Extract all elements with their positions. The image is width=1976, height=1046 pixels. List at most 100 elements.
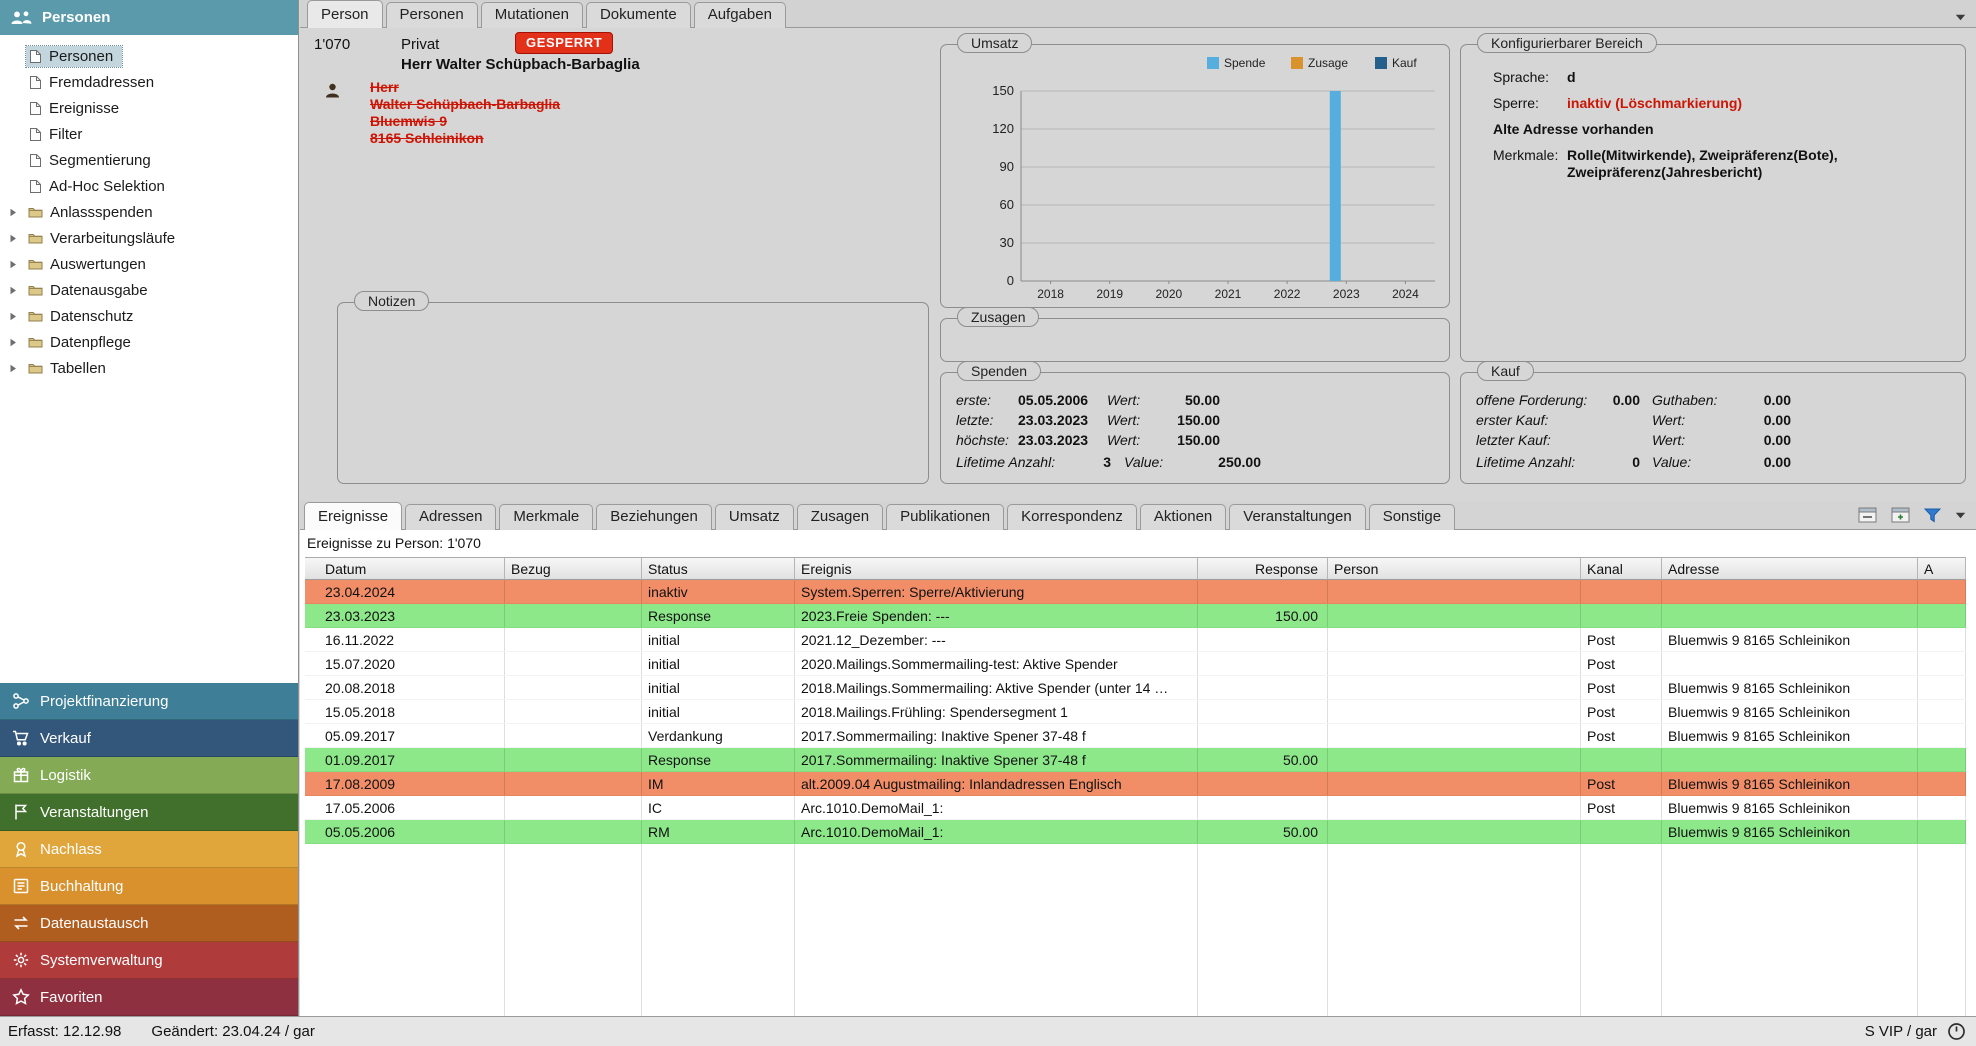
module-projektfinanzierung[interactable]: Projektfinanzierung <box>0 683 298 720</box>
wert-value: 150.00 <box>1154 432 1220 448</box>
umsatz-chart: 0306090120150201820192020202120222023202… <box>941 45 1449 307</box>
detail-overflow-arrow-icon[interactable] <box>1955 512 1966 519</box>
event-row[interactable]: 01.09.2017Response2017.Sommermailing: In… <box>305 748 1966 772</box>
tree-item-ad-hoc-selektion[interactable]: Ad-Hoc Selektion <box>0 173 298 199</box>
tree-item-tabellen[interactable]: Tabellen <box>0 355 298 381</box>
tree-item-filter[interactable]: Filter <box>0 121 298 147</box>
panel-add-icon[interactable] <box>1891 507 1910 523</box>
tab-mutationen[interactable]: Mutationen <box>481 2 583 28</box>
tree-item-anlassspenden[interactable]: Anlassspenden <box>0 199 298 225</box>
kauf-label: Lifetime Anzahl: <box>1476 454 1575 470</box>
tree-item-datenschutz[interactable]: Datenschutz <box>0 303 298 329</box>
alte-adresse-row: Alte Adresse vorhanden <box>1475 121 1951 140</box>
module-systemverwaltung[interactable]: Systemverwaltung <box>0 942 298 979</box>
old-address-line: Walter Schüpbach-Barbaglia <box>370 96 560 113</box>
module-logistik[interactable]: Logistik <box>0 757 298 794</box>
module-nachlass[interactable]: Nachlass <box>0 831 298 868</box>
cell-kanal: Post <box>1581 724 1662 747</box>
tree-item-segmentierung[interactable]: Segmentierung <box>0 147 298 173</box>
cell-person <box>1328 676 1581 699</box>
old-address-line: Bluemwis 9 <box>370 113 560 130</box>
event-row[interactable]: 17.05.2006ICArc.1010.DemoMail_1:PostBlue… <box>305 796 1966 820</box>
event-row[interactable]: 15.07.2020initial2020.Mailings.Sommermai… <box>305 652 1966 676</box>
detail-tab-veranstaltungen[interactable]: Veranstaltungen <box>1229 504 1365 530</box>
event-row[interactable]: 15.05.2018initial2018.Mailings.Frühling:… <box>305 700 1966 724</box>
expander-icon[interactable] <box>9 208 21 217</box>
tree-item-datenausgabe[interactable]: Datenausgabe <box>0 277 298 303</box>
detail-tab-korrespondenz[interactable]: Korrespondenz <box>1007 504 1137 530</box>
col-header-adresse[interactable]: Adresse <box>1662 557 1918 580</box>
event-row[interactable]: 05.09.2017Verdankung2017.Sommermailing: … <box>305 724 1966 748</box>
expander-icon[interactable] <box>9 338 21 347</box>
person-name: Herr Walter Schüpbach-Barbaglia <box>401 56 640 73</box>
main-tabstrip: PersonPersonenMutationenDokumenteAufgabe… <box>300 0 1976 28</box>
panel-collapse-icon[interactable] <box>1858 507 1877 523</box>
event-row[interactable]: 16.11.2022initial2021.12_Dezember: ---Po… <box>305 628 1966 652</box>
main-area: PersonPersonenMutationenDokumenteAufgabe… <box>300 0 1976 1016</box>
col-header-ereignis[interactable]: Ereignis <box>795 557 1198 580</box>
umsatz-groupbox: Umsatz 030609012015020182019202020212022… <box>940 44 1450 308</box>
tree-item-verarbeitungsl-ufe[interactable]: Verarbeitungsläufe <box>0 225 298 251</box>
detail-tab-beziehungen[interactable]: Beziehungen <box>596 504 712 530</box>
cell-adresse: Bluemwis 9 8165 Schleinikon <box>1662 724 1918 747</box>
tab-personen[interactable]: Personen <box>386 2 478 28</box>
col-header-kanal[interactable]: Kanal <box>1581 557 1662 580</box>
expander-icon[interactable] <box>9 312 21 321</box>
y-tick-label: 30 <box>1000 235 1014 250</box>
tree-item-datenpflege[interactable]: Datenpflege <box>0 329 298 355</box>
filter-icon[interactable] <box>1924 508 1941 523</box>
col-header-person[interactable]: Person <box>1328 557 1581 580</box>
module-datenaustausch[interactable]: Datenaustausch <box>0 905 298 942</box>
kauf-label: Wert: <box>1652 432 1685 448</box>
tree-item-ereignisse[interactable]: Ereignisse <box>0 95 298 121</box>
module-favoriten[interactable]: Favoriten <box>0 979 298 1016</box>
tree-item-fremdadressen[interactable]: Fremdadressen <box>0 69 298 95</box>
detail-tab-aktionen[interactable]: Aktionen <box>1140 504 1226 530</box>
lifetime-count: 3 <box>1075 454 1111 470</box>
detail-tab-merkmale[interactable]: Merkmale <box>499 504 593 530</box>
col-header-bezug[interactable]: Bezug <box>505 557 642 580</box>
notizen-title: Notizen <box>354 291 429 311</box>
col-header-a[interactable]: A <box>1918 557 1966 580</box>
event-row[interactable]: 05.05.2006RMArc.1010.DemoMail_1:50.00Blu… <box>305 820 1966 844</box>
tab-dokumente[interactable]: Dokumente <box>586 2 691 28</box>
legend-label-kauf: Kauf <box>1392 56 1417 70</box>
event-row[interactable]: 23.04.2024inaktivSystem.Sperren: Sperre/… <box>305 580 1966 604</box>
col-header-datum[interactable]: Datum <box>305 557 505 580</box>
old-address-line: 8165 Schleinikon <box>370 130 560 147</box>
module-veranstaltungen[interactable]: Veranstaltungen <box>0 794 298 831</box>
tab-aufgaben[interactable]: Aufgaben <box>694 2 786 28</box>
spenden-date: 05.05.2006 <box>1018 392 1088 408</box>
detail-tab-sonstige[interactable]: Sonstige <box>1369 504 1455 530</box>
detail-tab-adressen[interactable]: Adressen <box>405 504 496 530</box>
detail-tab-ereignisse[interactable]: Ereignisse <box>304 502 402 530</box>
spenden-row: letzte: 23.03.2023 Wert: 150.00 <box>955 412 1435 431</box>
cell-bezug <box>505 652 642 675</box>
col-header-response[interactable]: Response <box>1198 557 1328 580</box>
cell-datum: 20.08.2018 <box>305 676 505 699</box>
expander-icon[interactable] <box>9 286 21 295</box>
module-buchhaltung[interactable]: Buchhaltung <box>0 868 298 905</box>
event-row[interactable]: 23.03.2023Response2023.Freie Spenden: --… <box>305 604 1966 628</box>
tab-person[interactable]: Person <box>307 0 383 28</box>
expander-icon[interactable] <box>9 234 21 243</box>
tabstrip-overflow-arrow-icon[interactable] <box>1955 14 1966 21</box>
tree-item-personen[interactable]: Personen <box>0 43 298 69</box>
col-header-status[interactable]: Status <box>642 557 795 580</box>
tree-item-auswertungen[interactable]: Auswertungen <box>0 251 298 277</box>
detail-tab-publikationen[interactable]: Publikationen <box>886 504 1004 530</box>
cell-response <box>1198 628 1328 651</box>
detail-tab-zusagen[interactable]: Zusagen <box>797 504 883 530</box>
sprache-row: Sprache: d <box>1475 69 1951 88</box>
module-label: Datenaustausch <box>40 915 148 932</box>
detail-tab-umsatz[interactable]: Umsatz <box>715 504 794 530</box>
cell-response <box>1198 700 1328 723</box>
power-icon[interactable] <box>1947 1022 1966 1041</box>
page-icon <box>29 153 42 168</box>
module-verkauf[interactable]: Verkauf <box>0 720 298 757</box>
zusagen-title: Zusagen <box>957 307 1039 327</box>
event-row[interactable]: 20.08.2018initial2018.Mailings.Sommermai… <box>305 676 1966 700</box>
expander-icon[interactable] <box>9 364 21 373</box>
event-row[interactable]: 17.08.2009IMalt.2009.04 Augustmailing: I… <box>305 772 1966 796</box>
expander-icon[interactable] <box>9 260 21 269</box>
